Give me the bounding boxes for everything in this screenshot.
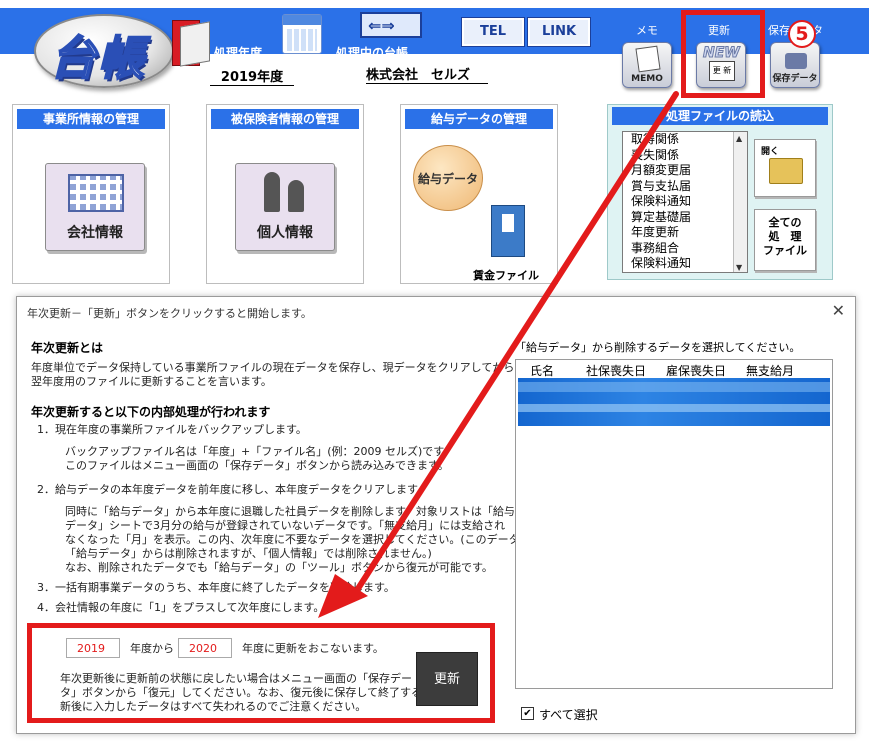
memo-caption: MEMO xyxy=(631,74,663,84)
update-highlight xyxy=(681,10,765,98)
all-files-label-2: 処 理 xyxy=(768,230,802,243)
folder-icon xyxy=(769,158,803,184)
note-line: タ」ボタンから「復元」してください。なお、復元後に保存して終了すると、更 xyxy=(60,686,455,699)
salary-data-label: 給与データ xyxy=(417,172,478,186)
step-detail: データ」シートで3月分の給与が登録されていないデータです。「無支給月」には支給さ… xyxy=(65,519,506,532)
step-detail: 「給与データ」からは削除されますが、「個人情報」では削除されません。) xyxy=(65,547,432,560)
step-detail: このファイルはメニュー画面の「保存データ」ボタンから読み込みできます。 xyxy=(65,459,449,472)
from-year-label: 年度から xyxy=(130,642,174,655)
note-line: 新後に入力したデータはすべて失われるのでご注意ください。 xyxy=(60,700,367,713)
table-row-blur xyxy=(518,382,830,392)
list-item[interactable]: 保険料通知 xyxy=(623,194,747,210)
calendar-icon[interactable] xyxy=(282,14,322,54)
select-all-checkbox[interactable]: ✔ xyxy=(521,707,534,720)
app-logo: 台帳 xyxy=(34,14,174,88)
step-text: 2．給与データの本年度データを前年度に移し、本年度データをクリアします。 xyxy=(37,483,428,496)
step-text: 4．会社情報の年度に「1」をプラスして次年度にします。 xyxy=(37,601,325,614)
processing-year-value: 2019年度 xyxy=(210,66,294,86)
list-item[interactable]: 取得関係 xyxy=(623,132,747,148)
insured-panel-title: 被保険者情報の管理 xyxy=(211,109,359,129)
person-seated-icon xyxy=(288,180,304,212)
processing-ledger-label: 処理中の台帳 xyxy=(336,46,409,60)
step-detail: なお、削除されたデータでも「給与データ」の「ツール」ボタンから復元が可能です。 xyxy=(65,561,493,574)
company-info-button[interactable]: 会社情報 xyxy=(45,163,145,251)
memo-button[interactable]: MEMO xyxy=(622,42,672,88)
building-icon xyxy=(68,174,124,212)
salary-data-button[interactable]: 給与データ xyxy=(413,145,483,211)
step-detail: バックアップファイル名は「年度」+「ファイル名」(例：2009 セルズ)です。 xyxy=(65,445,455,458)
link-button[interactable]: LINK xyxy=(527,17,591,47)
scroll-up-icon[interactable]: ▲ xyxy=(736,134,742,143)
column-header[interactable]: 社保喪失日 xyxy=(586,362,646,379)
list-item[interactable]: 事務組合 xyxy=(623,241,747,257)
file-list-scrollbar[interactable]: ▲ ▼ xyxy=(733,132,747,272)
personal-info-label: 個人情報 xyxy=(257,225,313,241)
list-item[interactable]: 月額変更届 xyxy=(623,163,747,179)
list-item[interactable]: 算定基礎届 xyxy=(623,210,747,226)
table-row-blur xyxy=(518,404,830,412)
step-detail: なくなった「月」を表示。この内、次年度に不要なデータを選択してください。(このデ… xyxy=(65,533,531,546)
list-item[interactable]: 保険料通知 xyxy=(623,256,747,272)
all-files-label-1: 全ての xyxy=(768,216,802,229)
from-year-input[interactable] xyxy=(66,638,120,658)
person-icon xyxy=(264,172,280,212)
open-label: 開く xyxy=(761,147,780,157)
annual-update-dialog: 年次更新－「更新」ボタンをクリックすると開始します。 ✕ 年次更新とは 年度単位… xyxy=(16,296,856,734)
file-panel-title: 処理ファイルの読込 xyxy=(612,107,828,125)
all-files-button[interactable]: 全ての 処 理 ファイル xyxy=(754,209,816,271)
open-file-button[interactable]: 開く xyxy=(754,139,816,197)
salary-panel-title: 給与データの管理 xyxy=(405,109,553,129)
dialog-title: 年次更新－「更新」ボタンをクリックすると開始します。 xyxy=(27,307,312,320)
list-item[interactable]: 賞与支払届 xyxy=(623,179,747,195)
company-info-label: 会社情報 xyxy=(67,225,123,241)
close-icon[interactable]: ✕ xyxy=(832,301,845,320)
note-line: 年次更新後に更新前の状態に戻したい場合はメニュー画面の「保存デー xyxy=(60,672,412,685)
file-load-panel: 処理ファイルの読込 取得関係 喪失関係 月額変更届 賞与支払届 保険料通知 算定… xyxy=(607,104,833,280)
step-text: 1．現在年度の事業所ファイルをバックアップします。 xyxy=(37,423,307,436)
processing-year-label: 処理年度 xyxy=(214,46,263,60)
save-data-button[interactable]: 保存データ xyxy=(770,42,820,88)
tel-button[interactable]: TEL xyxy=(461,17,525,47)
save-caption: 保存データ xyxy=(772,74,818,84)
column-header[interactable]: 無支給月 xyxy=(746,362,794,379)
step-badge: 5 xyxy=(788,20,816,48)
step-text: 3．一括有期事業データのうち、本年度に終了したデータを削除します。 xyxy=(37,581,395,594)
column-header[interactable]: 雇保喪失日 xyxy=(666,362,726,379)
update-button[interactable]: 更新 xyxy=(416,652,478,706)
salary-panel: 給与データの管理 給与データ 賃金ファイル xyxy=(400,104,558,284)
switch-ledger-button[interactable]: ⇐⇒ xyxy=(360,12,422,38)
delete-data-list[interactable]: 氏名 社保喪失日 雇保喪失日 無支給月 xyxy=(515,359,833,689)
all-files-label-3: ファイル xyxy=(763,244,807,257)
memo-icon xyxy=(635,45,661,73)
memo-label: メモ xyxy=(636,24,658,37)
to-year-label: 年度に更新をおこないます。 xyxy=(242,642,384,655)
office-panel-title: 事業所情報の管理 xyxy=(17,109,165,129)
logo-text: 台帳 xyxy=(49,30,146,86)
personal-info-button[interactable]: 個人情報 xyxy=(235,163,335,251)
office-panel: 事業所情報の管理 会社情報 xyxy=(12,104,170,284)
wage-file-icon[interactable] xyxy=(491,205,525,257)
binder-icon xyxy=(172,20,210,67)
list-item[interactable]: 喪失関係 xyxy=(623,148,747,164)
wage-file-label: 賃金ファイル xyxy=(473,269,539,282)
scroll-down-icon[interactable]: ▼ xyxy=(736,263,742,272)
description-line: 年度単位でデータ保持している事業所ファイルの現在データを保存し、現データをクリア… xyxy=(31,361,515,374)
step-detail: 同時に「給与データ」から本年度に退職した社員データを削除します。対象リストは「給… xyxy=(65,505,515,518)
swap-arrows-icon: ⇐⇒ xyxy=(368,16,395,35)
description-line: 翌年度用のファイルに更新することを言います。 xyxy=(31,375,272,388)
select-all-label: すべて選択 xyxy=(539,708,598,722)
delete-select-label: 「給与データ」から削除するデータを選択してください。 xyxy=(515,341,801,354)
company-name: 株式会社 セルズ xyxy=(366,64,488,84)
column-header[interactable]: 氏名 xyxy=(530,362,554,379)
key-icon xyxy=(785,53,807,69)
to-year-input[interactable] xyxy=(178,638,232,658)
update-execution-box: 年度から 年度に更新をおこないます。 年次更新後に更新前の状態に戻したい場合はメ… xyxy=(27,623,495,723)
section-heading: 年次更新すると以下の内部処理が行われます xyxy=(31,405,271,419)
section-heading: 年次更新とは xyxy=(31,341,104,355)
insured-panel: 被保険者情報の管理 個人情報 xyxy=(206,104,364,284)
file-list[interactable]: 取得関係 喪失関係 月額変更届 賞与支払届 保険料通知 算定基礎届 年度更新 事… xyxy=(622,131,748,273)
list-item[interactable]: 年度更新 xyxy=(623,225,747,241)
